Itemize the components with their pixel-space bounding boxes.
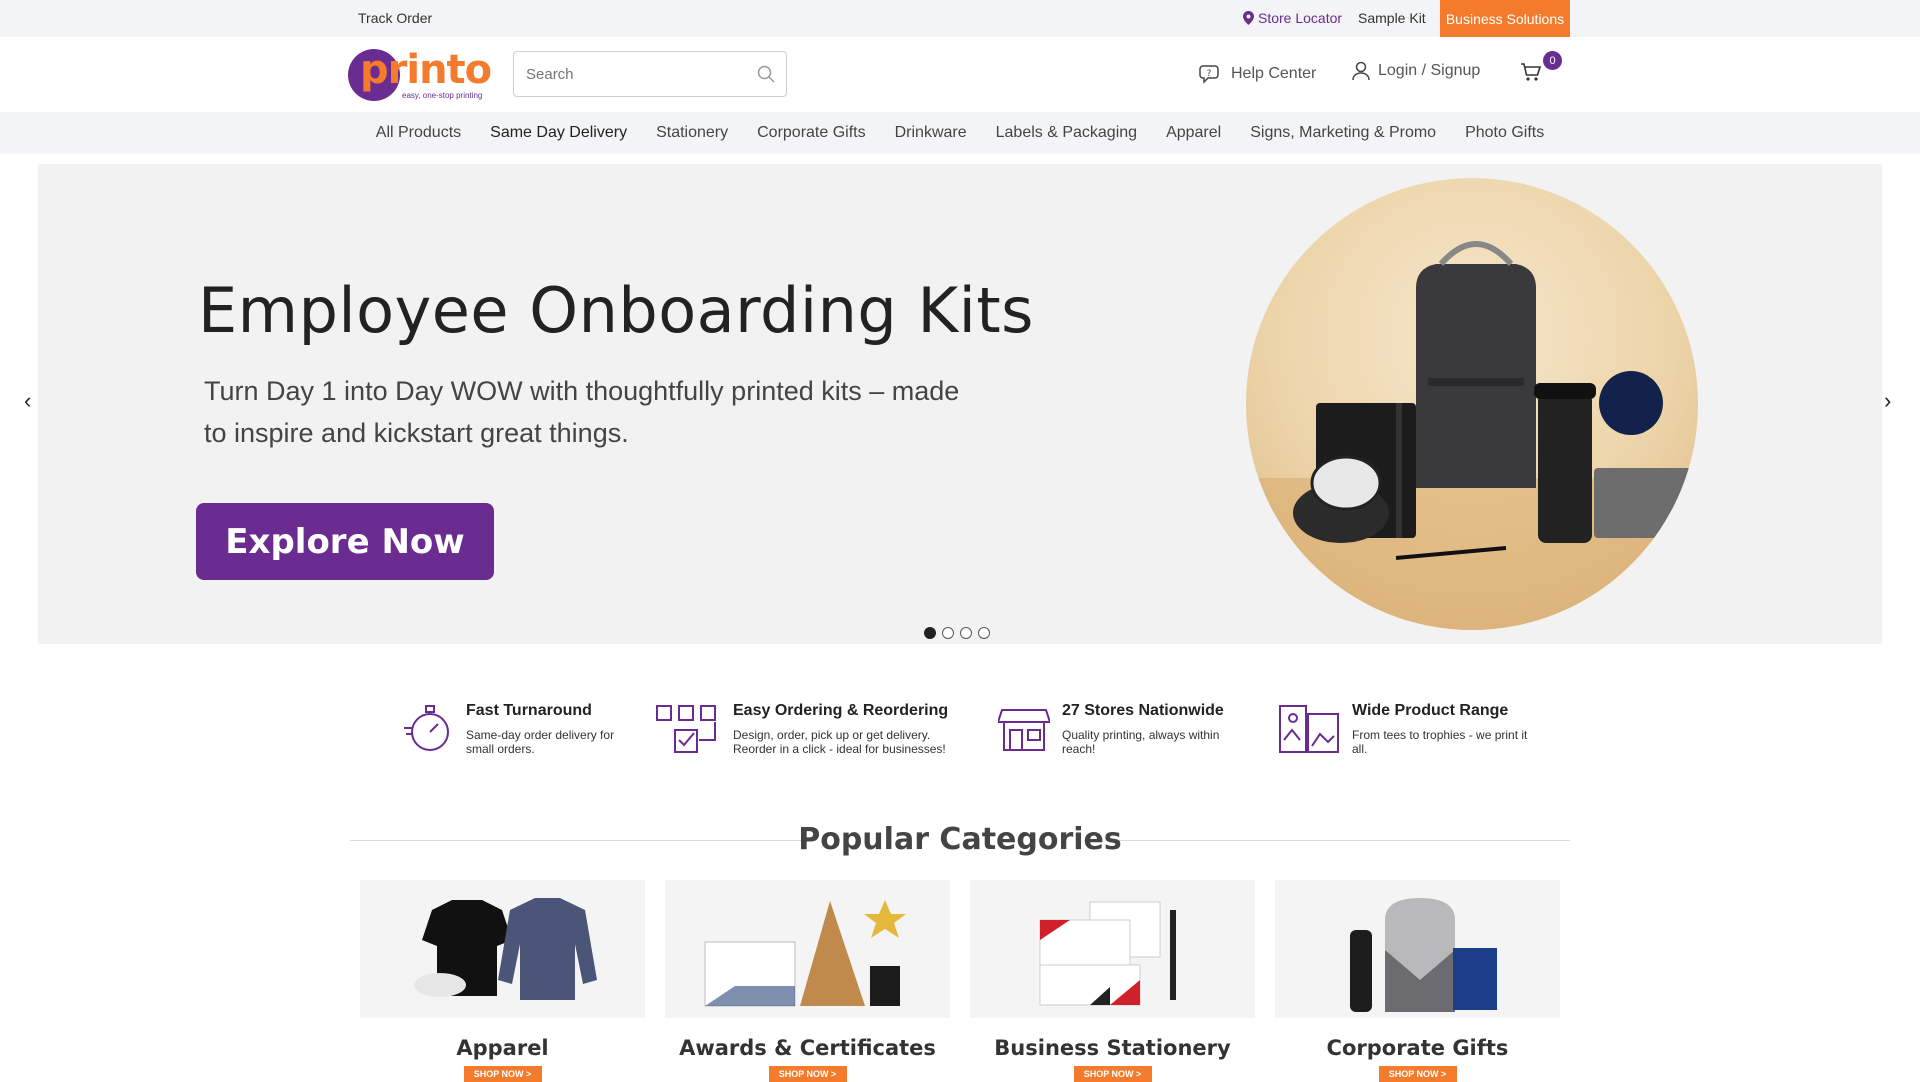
- carousel-dot-2[interactable]: [942, 627, 954, 639]
- store-locator-link[interactable]: Store Locator: [1243, 10, 1342, 26]
- feature-desc: From tees to trophies - we print it all.: [1352, 728, 1528, 756]
- category-name: Business Stationery: [994, 1036, 1231, 1060]
- nav-photo-gifts[interactable]: Photo Gifts: [1451, 124, 1559, 142]
- nav-apparel[interactable]: Apparel: [1152, 124, 1236, 142]
- help-center-label: Help Center: [1231, 65, 1317, 82]
- carousel-prev-button[interactable]: ‹: [24, 388, 31, 414]
- business-solutions-button[interactable]: Business Solutions: [1440, 0, 1570, 37]
- stopwatch-icon: [404, 705, 449, 751]
- popular-categories-title: Popular Categories: [798, 822, 1122, 857]
- carousel-next-button[interactable]: ›: [1884, 388, 1891, 414]
- carousel-dot-4[interactable]: [978, 627, 990, 639]
- feature-title: Wide Product Range: [1352, 702, 1509, 719]
- nav-all-products[interactable]: All Products: [361, 124, 475, 142]
- feature-desc: Design, order, pick up or get delivery. …: [733, 728, 946, 756]
- sample-kit-link[interactable]: Sample Kit: [1358, 10, 1426, 26]
- help-center-link[interactable]: ? Help Center: [1199, 62, 1316, 86]
- location-pin-icon: [1243, 11, 1254, 25]
- feature-desc: Quality printing, always within reach!: [1062, 728, 1220, 756]
- category-name: Awards & Certificates: [679, 1036, 936, 1060]
- cart-button[interactable]: 0: [1520, 51, 1562, 91]
- feature-title: Fast Turnaround: [466, 702, 592, 719]
- cart-count-badge: 0: [1543, 51, 1562, 70]
- category-name: Corporate Gifts: [1326, 1036, 1509, 1060]
- login-signup-link[interactable]: Login / Signup: [1352, 61, 1480, 81]
- hero-subtitle: Turn Day 1 into Day WOW with thoughtfull…: [204, 376, 960, 448]
- cart-icon: [1521, 63, 1542, 81]
- search-icon[interactable]: [756, 64, 776, 84]
- track-order-link[interactable]: Track Order: [358, 10, 432, 26]
- category-name: Apparel: [456, 1036, 549, 1060]
- hero-product-image: [1246, 178, 1698, 630]
- apparel-image: [360, 880, 645, 1018]
- carousel-dots: [924, 627, 990, 639]
- feature-wide-range: Wide Product Range From tees to trophies…: [1278, 700, 1542, 756]
- onboarding-kit-illustration: [1246, 241, 1698, 630]
- nav-corporate-gifts[interactable]: Corporate Gifts: [743, 124, 880, 142]
- nav-signs-marketing-promo[interactable]: Signs, Marketing & Promo: [1236, 124, 1451, 142]
- hero-title: Employee Onboarding Kits: [198, 274, 1034, 347]
- explore-now-button[interactable]: Explore Now: [196, 503, 494, 580]
- feature-title: Easy Ordering & Reordering: [733, 702, 949, 719]
- corporate-gifts-image: [1275, 880, 1560, 1018]
- search-box: [513, 51, 787, 97]
- gallery-icon: [1279, 705, 1339, 753]
- carousel-dot-3[interactable]: [960, 627, 972, 639]
- feature-easy-ordering: Easy Ordering & Reordering Design, order…: [655, 700, 973, 756]
- nav-same-day-delivery[interactable]: Same Day Delivery: [476, 124, 642, 142]
- feature-title: 27 Stores Nationwide: [1062, 702, 1224, 719]
- logo-tagline: easy, one-stop printing: [402, 91, 483, 100]
- nav-drinkware[interactable]: Drinkware: [880, 124, 981, 142]
- steps-icon: [656, 705, 716, 753]
- feature-stores-nationwide: 27 Stores Nationwide Quality printing, a…: [998, 700, 1242, 756]
- category-card-apparel[interactable]: Apparel SHOP NOW >: [360, 880, 645, 1082]
- svg-text:?: ?: [1207, 69, 1212, 79]
- help-chat-icon: ?: [1199, 65, 1219, 84]
- store-icon: [998, 709, 1050, 751]
- top-bar: Track Order Store Locator Sample Kit Bus…: [0, 0, 1920, 37]
- feature-fast-turnaround: Fast Turnaround Same-day order delivery …: [402, 700, 616, 756]
- nav-labels-packaging[interactable]: Labels & Packaging: [981, 124, 1151, 142]
- category-card-corporate-gifts[interactable]: Corporate Gifts SHOP NOW >: [1275, 880, 1560, 1082]
- category-card-awards[interactable]: Awards & Certificates SHOP NOW >: [665, 880, 950, 1082]
- search-input[interactable]: [514, 52, 744, 96]
- awards-image: [665, 880, 950, 1018]
- hero-banner: Employee Onboarding Kits Turn Day 1 into…: [38, 164, 1882, 644]
- header: printo easy, one-stop printing ? Help Ce…: [0, 37, 1920, 112]
- login-label: Login / Signup: [1378, 62, 1481, 79]
- user-icon: [1352, 61, 1370, 81]
- category-card-business-stationery[interactable]: Business Stationery SHOP NOW >: [970, 880, 1255, 1082]
- nav-stationery[interactable]: Stationery: [642, 124, 743, 142]
- store-locator-label: Store Locator: [1258, 10, 1343, 26]
- feature-desc: Same-day order delivery for small orders…: [466, 728, 615, 756]
- stationery-image: [970, 880, 1255, 1018]
- logo-wordmark: printo: [360, 47, 492, 93]
- carousel-dot-1[interactable]: [924, 627, 936, 639]
- printo-logo[interactable]: printo easy, one-stop printing: [348, 47, 493, 103]
- category-nav: All Products Same Day Delivery Stationer…: [0, 112, 1920, 154]
